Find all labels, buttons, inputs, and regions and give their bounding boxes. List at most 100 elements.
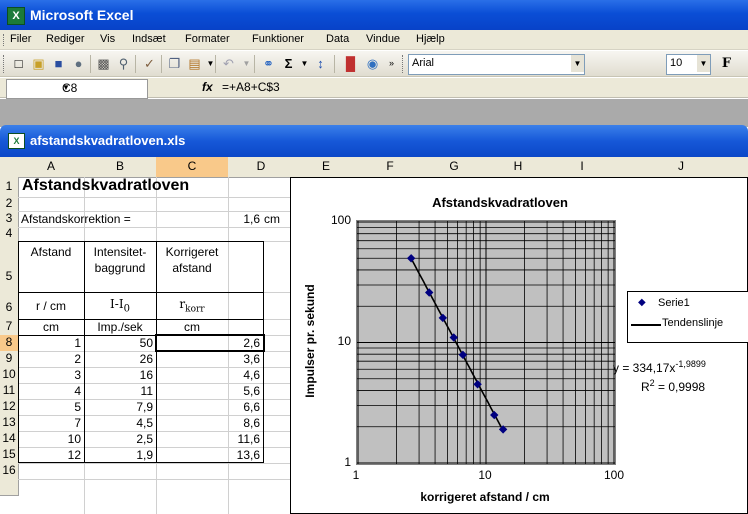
header-intensitet-line2[interactable]: baggrund [84,261,156,275]
row-header-1[interactable]: 1 [0,177,19,198]
correction-value[interactable]: 1,6 [200,212,260,226]
row-header-8[interactable]: 8 [0,335,19,352]
column-header-c[interactable]: C [156,157,229,178]
sort-ascending-icon[interactable]: ↕ [312,55,329,72]
name-box[interactable]: C8 ▼ [6,79,148,99]
table-cell[interactable]: 12 [18,448,81,462]
row-header-16[interactable]: 16 [0,463,19,480]
row-header-9[interactable]: 9 [0,351,19,368]
menu-funktioner[interactable]: Funktioner [252,33,304,45]
table-cell[interactable]: 4 [18,384,81,398]
trendline-equation[interactable]: y = 334,17x-1,9899 [613,359,706,375]
row-header-4[interactable]: 4 [0,227,19,242]
function-icon[interactable]: fx [202,80,213,94]
table-cell[interactable]: 26 [84,352,153,366]
unit-b[interactable]: Imp./sek [84,320,156,334]
bold-button[interactable]: F [718,55,735,72]
column-header-e[interactable]: E [294,157,359,178]
font-size-select[interactable]: 10 ▼ [666,54,711,75]
chart-legend[interactable]: ◆ Serie1 Tendenslinje [627,291,748,343]
row-header-11[interactable]: 11 [0,383,19,400]
column-header-a[interactable]: A [18,157,85,178]
table-cell[interactable]: 4,6 [156,368,260,382]
row-header-17[interactable] [0,479,19,496]
column-header-j[interactable]: J [614,157,748,178]
font-name-select[interactable]: Arial ▼ [408,54,585,75]
row-header-2[interactable]: 2 [0,197,19,212]
table-cell[interactable]: 2,5 [84,432,153,446]
correction-unit[interactable]: cm [264,212,280,226]
paste-icon[interactable]: ▤ [186,55,203,72]
table-cell[interactable]: 5,6 [156,384,260,398]
row-header-5[interactable]: 5 [0,241,19,293]
table-cell[interactable]: 11,6 [156,432,260,446]
trendline-r-squared[interactable]: R2 = 0,9998 [641,378,705,394]
column-header-f[interactable]: F [358,157,423,178]
save-icon[interactable]: ■ [50,55,67,72]
row-header-12[interactable]: 12 [0,399,19,416]
menu-rediger[interactable]: Rediger [46,33,85,45]
table-cell[interactable]: 7,9 [84,400,153,414]
column-header-d[interactable]: D [228,157,295,178]
undo-dropdown-icon[interactable]: ▼ [238,55,255,72]
row-header-13[interactable]: 13 [0,415,19,432]
column-header-g[interactable]: G [422,157,487,178]
table-cell[interactable]: 3,6 [156,352,260,366]
correction-label[interactable]: Afstandskorrektion = [21,212,131,226]
table-cell[interactable]: 7 [18,416,81,430]
undo-icon[interactable]: ↶ [220,55,237,72]
header-afstand[interactable]: Afstand [18,245,84,259]
new-file-icon[interactable]: □ [10,55,27,72]
menu-filer[interactable]: Filer [10,33,31,45]
copy-icon[interactable]: ❐ [166,55,183,72]
open-folder-icon[interactable]: ▣ [30,55,47,72]
spelling-icon[interactable]: ✓ [141,55,158,72]
hyperlink-icon[interactable]: ⚭ [260,55,277,72]
y-axis-title[interactable]: Impulser pr. sekund [303,284,317,397]
print-preview-icon[interactable]: ⚲ [115,55,132,72]
row-header-15[interactable]: 15 [0,447,19,464]
paste-dropdown-icon[interactable]: ▼ [202,55,219,72]
table-cell[interactable]: 1 [18,336,81,350]
row-header-10[interactable]: 10 [0,367,19,384]
header-intensitet-line1[interactable]: Intensitet- [84,245,156,259]
menu-formater[interactable]: Formater [185,33,230,45]
menu-vindue[interactable]: Vindue [366,33,400,45]
plot-area[interactable] [356,220,616,465]
table-cell[interactable]: 4,5 [84,416,153,430]
symbol-r[interactable]: r / cm [18,299,84,313]
print-icon[interactable]: ▩ [95,55,112,72]
table-cell[interactable]: 1,9 [84,448,153,462]
table-cell[interactable]: 2 [18,352,81,366]
column-header-i[interactable]: I [550,157,615,178]
chart-title[interactable]: Afstandskvadratloven [375,195,625,210]
autosum-icon[interactable]: Σ [280,55,297,72]
row-header-7[interactable]: 7 [0,319,19,336]
table-cell[interactable]: 2,6 [156,336,260,350]
column-header-b[interactable]: B [84,157,157,178]
table-cell[interactable]: 11 [84,384,153,398]
header-korrigeret-line2[interactable]: afstand [156,261,228,275]
table-cell[interactable]: 8,6 [156,416,260,430]
autosum-dropdown-icon[interactable]: ▼ [296,55,313,72]
row-header-14[interactable]: 14 [0,431,19,448]
sheet-title[interactable]: Afstandskvadratloven [22,177,189,195]
table-cell[interactable]: 5 [18,400,81,414]
chart-object[interactable]: Afstandskvadratloven 100 10 1 Impulser p… [290,177,748,514]
column-header-h[interactable]: H [486,157,551,178]
table-cell[interactable]: 16 [84,368,153,382]
toolbar-options-icon[interactable]: » [383,55,400,72]
chevron-down-icon[interactable]: ▼ [697,55,710,72]
table-cell[interactable]: 13,6 [156,448,260,462]
row-header-6[interactable]: 6 [0,292,19,320]
menu-hjaelp[interactable]: Hjælp [416,33,445,45]
help-icon[interactable]: ◉ [364,55,381,72]
header-korrigeret-line1[interactable]: Korrigeret [156,245,228,259]
unit-c[interactable]: cm [156,320,228,334]
chart-wizard-icon[interactable]: █ [342,55,359,72]
symbol-i[interactable]: I-I0 [84,297,156,314]
chevron-down-icon[interactable]: ▼ [62,80,144,96]
symbol-rkorr[interactable]: rkorr [156,297,228,314]
table-cell[interactable]: 50 [84,336,153,350]
permission-icon[interactable]: ● [70,55,87,72]
